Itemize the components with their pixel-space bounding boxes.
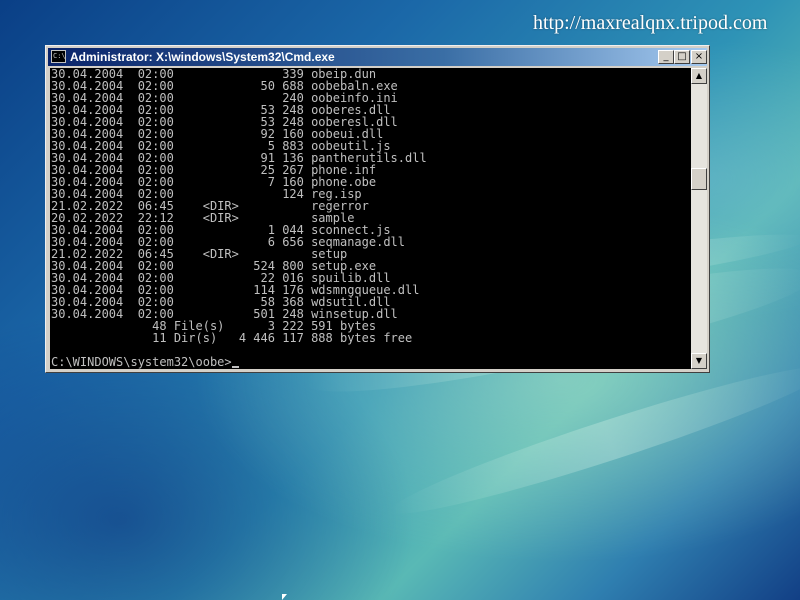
window-title: Administrator: X:\windows\System32\Cmd.e… [70,50,335,64]
vertical-scrollbar[interactable]: ▲ ▼ [691,68,707,369]
minimize-icon: _ [663,51,669,62]
mouse-pointer-icon [282,594,287,600]
scroll-up-button[interactable]: ▲ [691,68,707,84]
scroll-down-button[interactable]: ▼ [691,353,707,369]
console-app-icon[interactable]: C:\ [51,50,66,63]
watermark-text: http://maxrealqnx.tripod.com [533,12,768,34]
close-button[interactable]: × [691,50,707,64]
command-prompt-window[interactable]: C:\ Administrator: X:\windows\System32\C… [45,45,710,373]
close-icon: × [694,51,704,62]
text-cursor [231,366,239,368]
scrollbar-thumb[interactable] [691,168,707,190]
console-output[interactable]: 30.04.2004 02:00 339 obeip.dun 30.04.2004… [50,68,691,369]
console-line: 11 Dir(s) 4 446 117 888 bytes free [51,331,413,345]
minimize-button[interactable]: _ [658,50,674,64]
arrow-down-icon: ▼ [695,356,703,365]
title-bar[interactable]: C:\ Administrator: X:\windows\System32\C… [48,48,707,66]
maximize-button[interactable]: □ [674,50,690,64]
maximize-icon: □ [677,51,687,62]
command-prompt-line: C:\WINDOWS\system32\oobe> [50,356,691,368]
arrow-up-icon: ▲ [695,71,703,80]
